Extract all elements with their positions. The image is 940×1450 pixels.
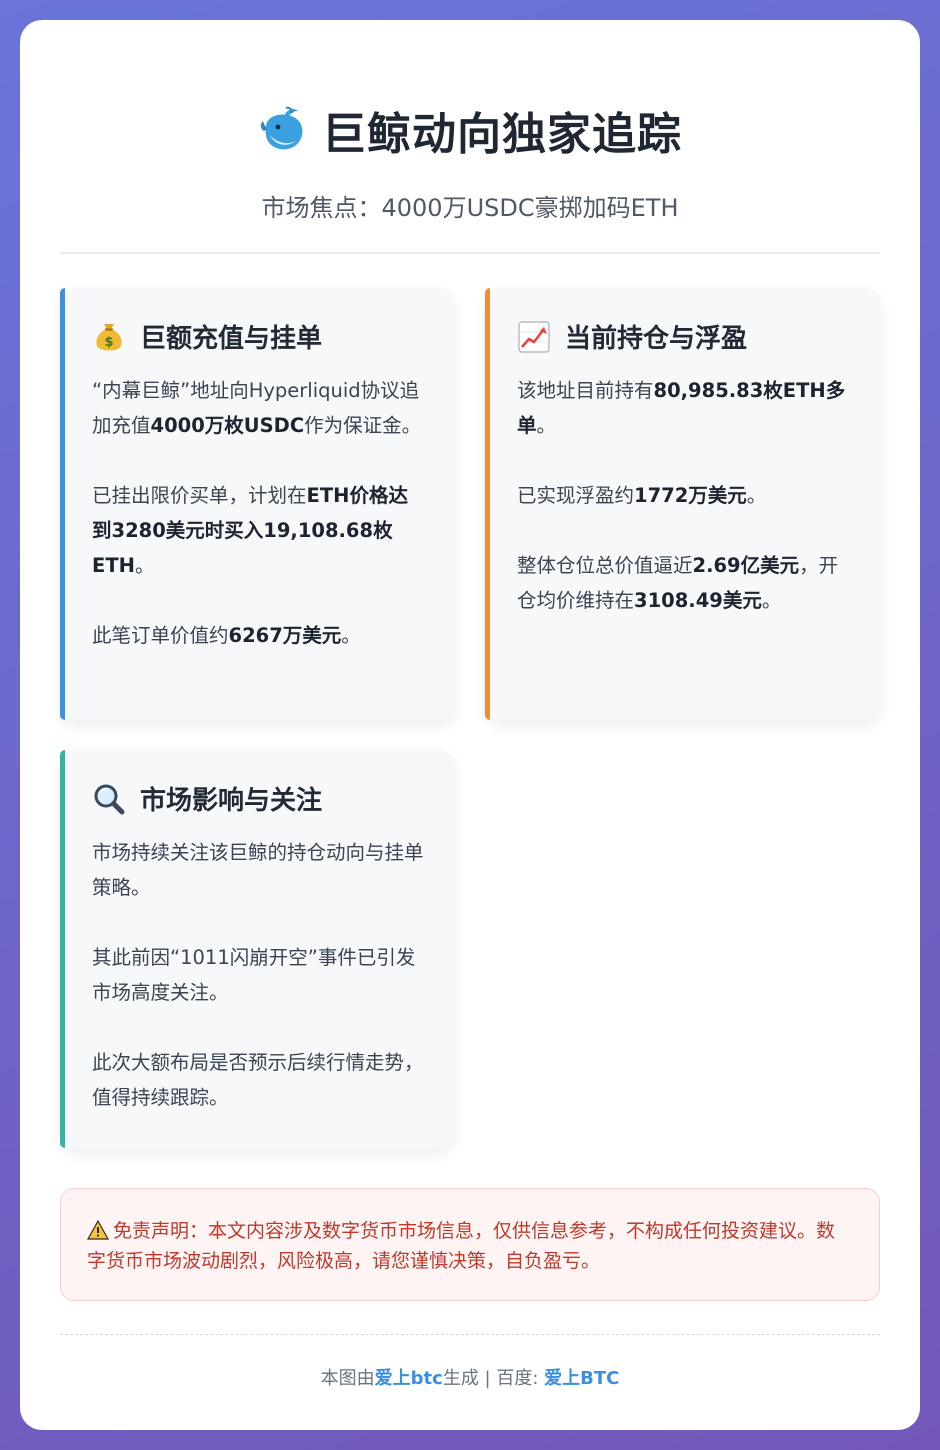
chart-increasing-icon: [518, 320, 550, 353]
body-text: 整体仓位总价值逼近: [517, 554, 693, 577]
body-text: 该地址目前持有: [517, 379, 654, 402]
whale-icon: [260, 106, 303, 150]
highlight-text: 4000万枚USDC: [150, 414, 305, 437]
body-text: 此次大额布局是否预示后续行情走势，值得持续跟踪。: [92, 1051, 424, 1109]
panel-header: 当前持仓与浮盈: [517, 318, 850, 355]
header-divider: [60, 252, 880, 254]
footer-prefix: 本图由: [320, 1368, 375, 1389]
panel-paragraph: 该地址目前持有80,985.83枚ETH多单。: [517, 373, 850, 443]
panel-market-impact: 市场影响与关注 市场持续关注该巨鲸的持仓动向与挂单策略。 其此前因“1011闪崩开…: [60, 750, 455, 1148]
body-text: 。: [536, 414, 557, 437]
panel-paragraph: 此次大额布局是否预示后续行情走势，值得持续跟踪。: [92, 1045, 425, 1115]
title-text: 巨鲸动向独家追踪: [322, 109, 682, 160]
footer-divider: [60, 1334, 880, 1335]
panel-position-profit: 当前持仓与浮盈 该地址目前持有80,985.83枚ETH多单。已实现浮盈约177…: [485, 288, 880, 720]
panel-deposit-order: $ 巨额充值与挂单 “内幕巨鲸”地址向Hyperliquid协议追加充值4000…: [60, 288, 455, 720]
panel-title: 巨额充值与挂单: [140, 324, 323, 354]
panel-title: 市场影响与关注: [140, 786, 323, 816]
warning-icon: [87, 1220, 109, 1240]
subtitle: 市场焦点：4000万USDC豪掷加码ETH: [261, 194, 679, 222]
panel-paragraph: 其此前因“1011闪崩开空”事件已引发市场高度关注。: [92, 940, 425, 1010]
panel-body: 市场持续关注该巨鲸的持仓动向与挂单策略。 其此前因“1011闪崩开空”事件已引发市…: [92, 835, 425, 1115]
baidu-link[interactable]: 爱上BTC: [544, 1368, 619, 1389]
highlight-text: 2.69亿美元: [692, 554, 800, 577]
panel-paragraph: 此笔订单价值约6267万美元。: [92, 618, 425, 653]
body-text: 。: [761, 589, 782, 612]
footer-middle: 生成 | 百度:: [442, 1368, 545, 1389]
disclaimer-box: 免责声明：本文内容涉及数字货币市场信息，仅供信息参考，不构成任何投资建议。数字货…: [60, 1188, 880, 1301]
body-text: 。: [746, 484, 767, 507]
panel-paragraph: “内幕巨鲸”地址向Hyperliquid协议追加充值4000万枚USDC作为保证…: [92, 373, 425, 443]
panel-title: 当前持仓与浮盈: [565, 324, 748, 354]
header: 巨鲸动向独家追踪 市场焦点：4000万USDC豪掷加码ETH: [20, 98, 920, 223]
highlight-text: 3108.49美元: [634, 589, 762, 612]
highlight-text: 1772万美元: [634, 484, 747, 507]
disclaimer-text: 免责声明：本文内容涉及数字货币市场信息，仅供信息参考，不构成任何投资建议。数字货…: [87, 1220, 836, 1272]
panel-paragraph: 整体仓位总价值逼近2.69亿美元，开仓均价维持在3108.49美元。: [517, 548, 850, 618]
body-text: 。: [341, 624, 361, 647]
body-text: 此笔订单价值约: [92, 624, 229, 647]
body-text: 市场持续关注该巨鲸的持仓动向与挂单策略。: [92, 841, 424, 899]
page-title: 巨鲸动向独家追踪: [258, 98, 682, 162]
panel-paragraph: 已实现浮盈约1772万美元。: [517, 478, 850, 513]
panel-paragraph: 市场持续关注该巨鲸的持仓动向与挂单策略。: [92, 835, 425, 905]
panel-paragraph: 已挂出限价买单，计划在ETH价格达到3280美元时买入19,108.68枚ETH…: [92, 478, 425, 583]
body-text: 已挂出限价买单，计划在: [92, 484, 307, 507]
main-card: 巨鲸动向独家追踪 市场焦点：4000万USDC豪掷加码ETH $ 巨额充值与挂单…: [20, 20, 920, 1430]
body-text: 。: [134, 554, 155, 577]
brand-link[interactable]: 爱上btc: [375, 1368, 443, 1389]
money-bag-icon: $: [96, 323, 122, 350]
highlight-text: 6267万美元: [228, 624, 342, 647]
body-text: 已实现浮盈约: [517, 484, 635, 507]
panel-header: $ 巨额充值与挂单: [92, 318, 425, 355]
footer: 本图由爱上btc生成 | 百度: 爱上BTC: [20, 1364, 920, 1390]
panel-body: “内幕巨鲸”地址向Hyperliquid协议追加充值4000万枚USDC作为保证…: [92, 373, 425, 653]
magnifier-icon: [94, 784, 125, 814]
svg-text:$: $: [104, 335, 113, 350]
body-text: 作为保证金。: [304, 414, 422, 437]
panel-header: 市场影响与关注: [92, 780, 425, 817]
panel-body: 该地址目前持有80,985.83枚ETH多单。 已实现浮盈约1772万美元。 整体仓…: [517, 373, 850, 618]
body-text: 其此前因“1011闪崩开空”事件已引发市场高度关注。: [92, 946, 416, 1004]
